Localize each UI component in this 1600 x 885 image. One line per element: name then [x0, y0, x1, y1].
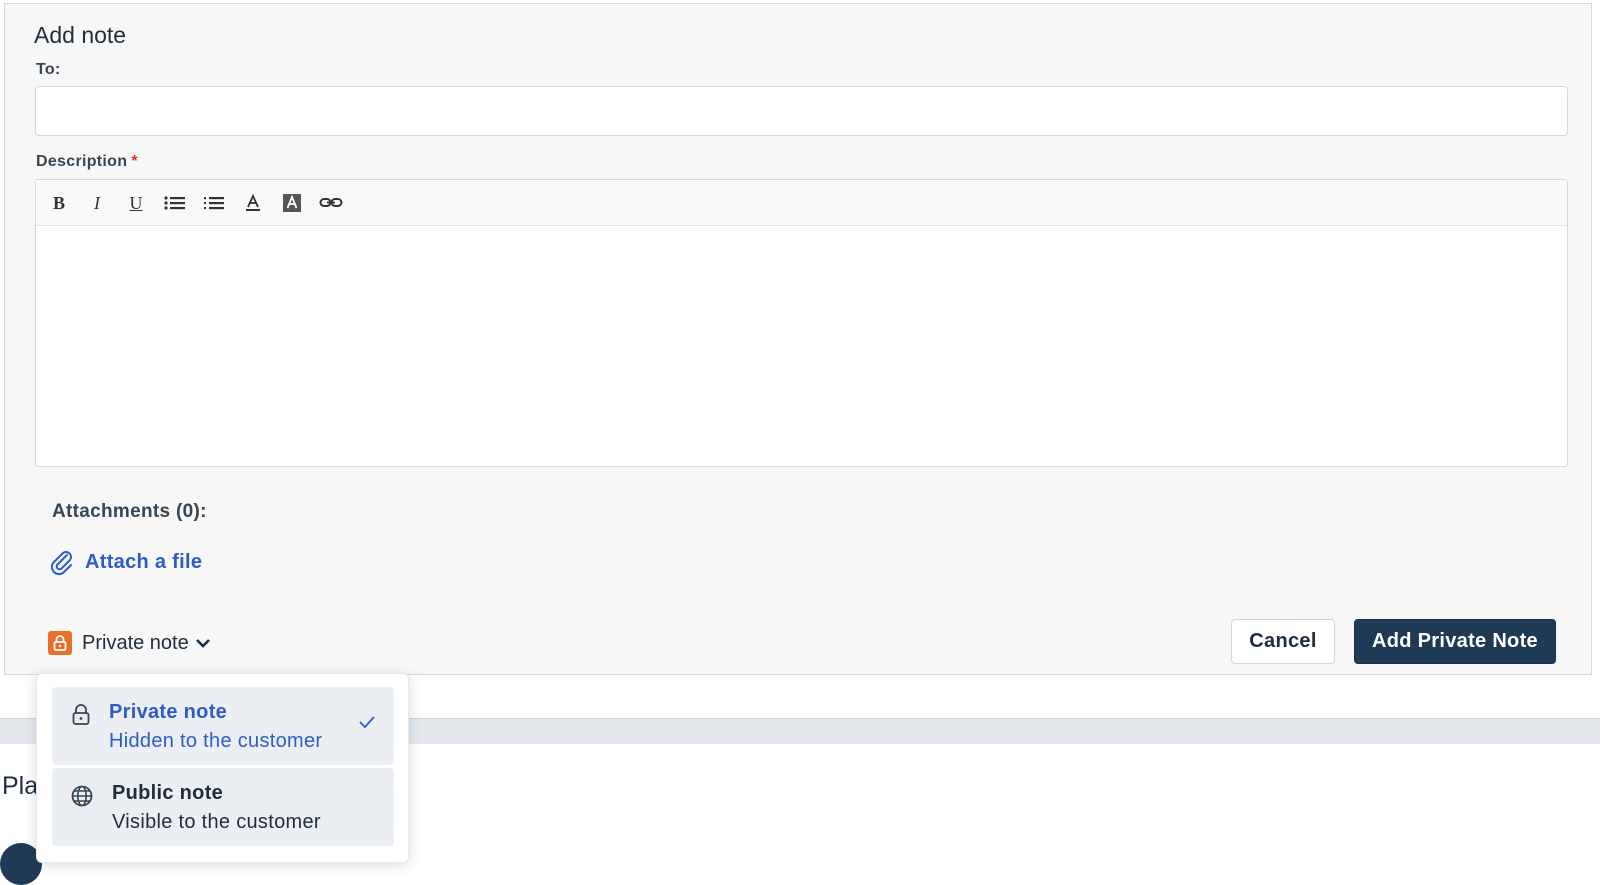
to-label: To: [36, 61, 61, 78]
description-editor: B I U [35, 179, 1568, 467]
highlight-color-icon[interactable] [278, 190, 306, 216]
dropdown-option-title: Public note [112, 782, 224, 804]
globe-icon [70, 784, 94, 813]
attach-file-label: Attach a file [85, 550, 203, 573]
required-mark: * [131, 153, 138, 170]
add-private-note-button[interactable]: Add Private Note [1354, 619, 1556, 664]
lock-icon [48, 631, 72, 655]
check-icon [358, 715, 376, 734]
font-color-icon[interactable] [239, 190, 267, 216]
bold-icon[interactable]: B [45, 190, 73, 216]
note-type-dropdown: Private note Hidden to the customer Publ… [36, 673, 409, 863]
dropdown-option-subtitle: Hidden to the customer [109, 730, 323, 752]
background-heading: Pla [2, 772, 39, 800]
add-note-panel: Add note To: Description * B I U Attachm… [4, 3, 1592, 675]
numbered-list-icon[interactable] [200, 190, 228, 216]
underline-icon[interactable]: U [122, 190, 150, 216]
link-icon[interactable] [317, 190, 345, 216]
dropdown-option-private-note[interactable]: Private note Hidden to the customer [52, 687, 394, 765]
chevron-down-icon [195, 637, 211, 649]
dropdown-option-public-note[interactable]: Public note Visible to the customer [52, 768, 394, 846]
paperclip-icon [50, 551, 72, 576]
attachments-label: Attachments (0): [52, 501, 207, 522]
bullet-list-icon[interactable] [161, 190, 189, 216]
editor-toolbar: B I U [36, 180, 1567, 226]
form-title: Add note [34, 22, 127, 48]
cancel-button[interactable]: Cancel [1231, 619, 1335, 664]
note-type-selector[interactable]: Private note [48, 631, 211, 655]
to-input[interactable] [35, 86, 1568, 136]
description-label-text: Description [36, 153, 128, 170]
dropdown-option-title: Private note [109, 701, 228, 723]
dropdown-option-subtitle: Visible to the customer [112, 811, 321, 833]
note-type-label: Private note [82, 631, 189, 654]
lock-icon [70, 703, 92, 732]
attach-file-link[interactable]: Attach a file [49, 548, 202, 576]
description-textarea[interactable] [36, 226, 1567, 466]
description-label: Description * [36, 153, 138, 171]
italic-icon[interactable]: I [83, 190, 111, 216]
